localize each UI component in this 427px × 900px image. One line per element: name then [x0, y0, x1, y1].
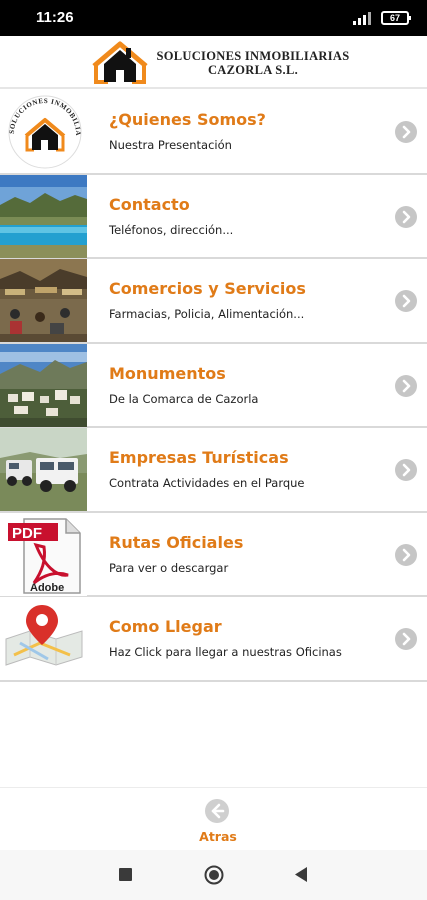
- menu-item-monumentos[interactable]: Monumentos De la Comarca de Cazorla: [0, 343, 427, 428]
- status-time: 11:26: [36, 9, 74, 26]
- street-terrace-photo: [0, 259, 87, 342]
- menu-list: SOLUCIONES INMOBILIARIAS CAZORLA S. L. ¿…: [0, 90, 427, 682]
- home-circle-icon[interactable]: [204, 865, 224, 885]
- battery-level: 67: [389, 12, 400, 23]
- company-title: SOLUCIONES INMOBILIARIAS CAZORLA S.L.: [153, 49, 353, 77]
- back-button[interactable]: Atras: [183, 794, 253, 846]
- battery-icon: 67: [381, 11, 411, 25]
- house-logo-icon: [92, 41, 148, 84]
- menu-item-contacto[interactable]: Contacto Teléfonos, dirección...: [0, 174, 427, 259]
- app-header: SOLUCIONES INMOBILIARIAS CAZORLA S.L.: [0, 36, 427, 89]
- recents-square-icon[interactable]: [119, 868, 132, 881]
- item-subtitle: Contrata Actividades en el Parque: [109, 476, 305, 490]
- chevron-right-circle-icon: [395, 290, 417, 312]
- jeeps-photo: [0, 428, 87, 511]
- chevron-right-circle-icon: [395, 628, 417, 650]
- item-subtitle: De la Comarca de Cazorla: [109, 391, 259, 406]
- back-arrow-circle-icon: [205, 799, 229, 823]
- item-title: Monumentos: [109, 363, 226, 383]
- system-nav-bar: [0, 850, 427, 900]
- company-title-line2: CAZORLA S.L.: [207, 63, 299, 77]
- map-pin-icon: [0, 597, 87, 680]
- item-subtitle: Haz Click para llegar a nuestras Oficina…: [109, 645, 342, 659]
- chevron-right-circle-icon: [395, 543, 417, 566]
- pdf-document-icon: PDF Adobe: [0, 512, 87, 596]
- item-subtitle: Farmacias, Policia, Alimentación...: [109, 307, 305, 321]
- chevron-right-circle-icon: [395, 205, 417, 228]
- adobe-label: Adobe: [30, 582, 64, 594]
- chevron-right-circle-icon: [395, 121, 417, 143]
- item-subtitle: Teléfonos, dirección...: [109, 222, 234, 237]
- item-subtitle: Para ver o descargar: [109, 560, 229, 575]
- back-triangle-icon[interactable]: [294, 866, 308, 883]
- item-title: ¿Quienes Somos?: [109, 110, 266, 129]
- item-subtitle: Nuestra Presentación: [109, 138, 232, 152]
- menu-item-empresas[interactable]: Empresas Turísticas Contrata Actividades…: [0, 428, 427, 513]
- menu-item-rutas-oficiales[interactable]: PDF Adobe Rutas Oficiales Para ver o des…: [0, 512, 427, 597]
- signal-icon: [353, 12, 371, 25]
- item-title: Rutas Oficiales: [109, 532, 244, 552]
- item-title: Comercios y Servicios: [109, 279, 306, 298]
- back-label: Atras: [199, 829, 237, 844]
- menu-item-quienes-somos[interactable]: SOLUCIONES INMOBILIARIAS CAZORLA S. L. ¿…: [0, 90, 427, 175]
- chevron-right-circle-icon: [395, 374, 417, 397]
- item-title: Como Llegar: [109, 617, 222, 636]
- menu-item-como-llegar[interactable]: Como Llegar Haz Click para llegar a nues…: [0, 597, 427, 682]
- item-title: Empresas Turísticas: [109, 448, 289, 467]
- company-seal-logo: SOLUCIONES INMOBILIARIAS CAZORLA S. L.: [0, 90, 87, 173]
- status-bar: 11:26 67: [0, 0, 427, 36]
- village-panorama-photo: [0, 343, 87, 427]
- chevron-right-circle-icon: [395, 459, 417, 481]
- menu-item-comercios[interactable]: Comercios y Servicios Farmacias, Policia…: [0, 259, 427, 344]
- footer-bar: Atras: [0, 787, 427, 849]
- pdf-label: PDF: [12, 525, 42, 542]
- company-title-line1: SOLUCIONES INMOBILIARIAS: [156, 49, 350, 63]
- lake-landscape-photo: [0, 174, 87, 258]
- item-title: Contacto: [109, 194, 190, 214]
